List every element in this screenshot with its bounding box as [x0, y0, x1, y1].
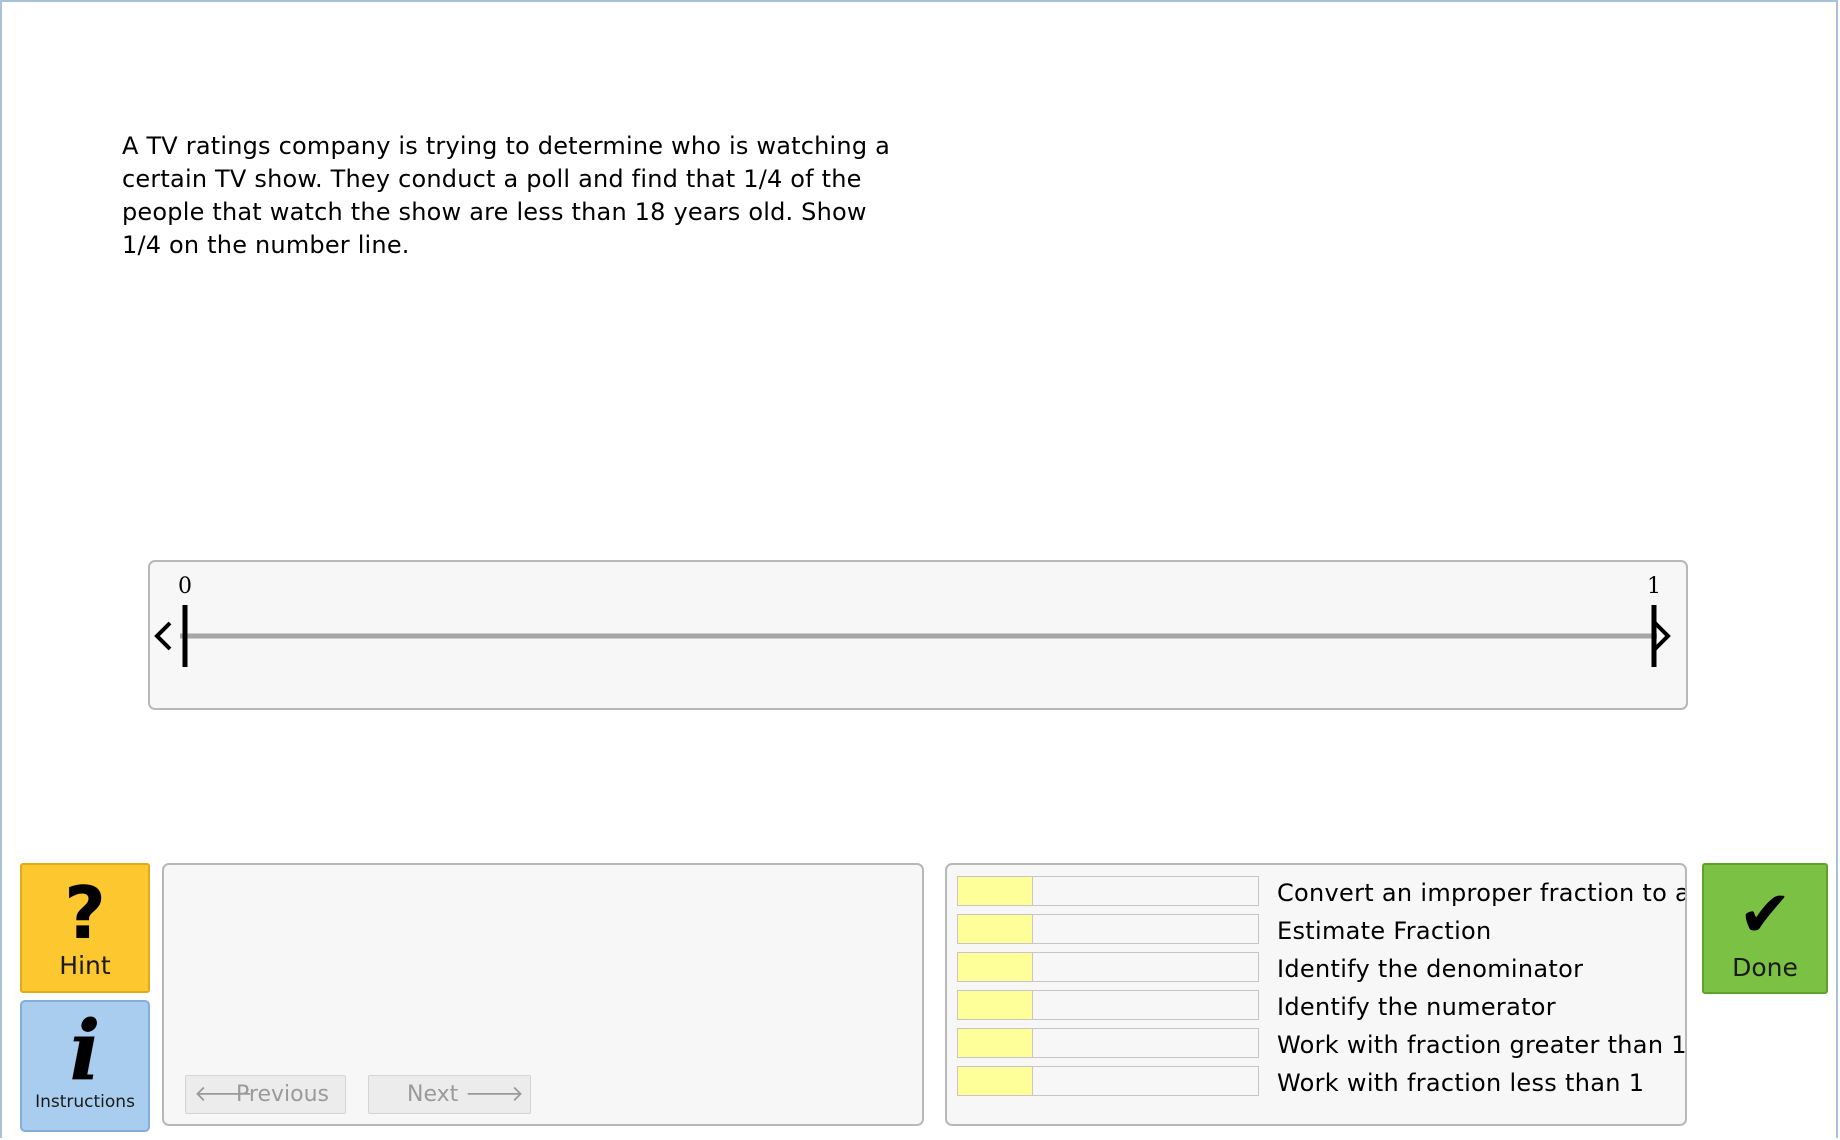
skill-fill [958, 991, 1033, 1019]
arrow-right-icon: 🡒 [465, 1082, 524, 1107]
done-button[interactable]: ✔ Done [1702, 863, 1828, 994]
skill-label: Work with fraction greater than 1 [1277, 1031, 1687, 1059]
skill-bar [957, 952, 1259, 982]
skillometer-panel: Convert an improper fraction to a m Esti… [945, 863, 1687, 1126]
skill-row: Identify the numerator [957, 990, 1685, 1022]
skill-fill [958, 1029, 1033, 1057]
hint-button[interactable]: ? Hint [20, 863, 150, 993]
skill-fill [958, 953, 1033, 981]
question-mark-icon: ? [64, 871, 106, 955]
skill-label: Identify the denominator [1277, 955, 1584, 983]
problem-statement: A TV ratings company is trying to determ… [122, 132, 891, 259]
left-arrow-icon [154, 621, 172, 651]
skill-bar [957, 990, 1259, 1020]
skill-bar [957, 1066, 1259, 1096]
skill-row: Work with fraction less than 1 [957, 1066, 1685, 1098]
skill-bar [957, 1028, 1259, 1058]
hint-label: Hint [59, 951, 111, 980]
checkmark-icon: ✔ [1738, 878, 1792, 952]
previous-label: Previous [236, 1082, 329, 1107]
next-button[interactable]: Next 🡒 [368, 1075, 531, 1114]
skill-label: Identify the numerator [1277, 993, 1556, 1021]
tick-label-zero: 0 [178, 574, 192, 599]
previous-button[interactable]: 🡐 Previous [185, 1075, 346, 1114]
skill-bar [957, 914, 1259, 944]
skill-row: Convert an improper fraction to a m [957, 876, 1687, 908]
skill-row: Estimate Fraction [957, 914, 1685, 946]
skill-fill [958, 915, 1033, 943]
skill-row: Work with fraction greater than 1 [957, 1028, 1687, 1060]
done-label: Done [1732, 953, 1798, 982]
number-line[interactable]: 0 1 [150, 562, 1690, 712]
skill-row: Identify the denominator [957, 952, 1685, 984]
instructions-label: Instructions [35, 1092, 135, 1112]
next-label: Next [407, 1082, 459, 1107]
tick-label-one: 1 [1647, 574, 1661, 599]
skill-fill [958, 877, 1033, 905]
info-icon: i [69, 1003, 101, 1099]
instructions-button[interactable]: i Instructions [20, 1000, 150, 1132]
number-line-panel[interactable]: 0 1 [148, 560, 1688, 710]
skill-bar [957, 876, 1259, 906]
skill-label: Convert an improper fraction to a m [1277, 879, 1687, 907]
skill-fill [958, 1067, 1033, 1095]
skill-label: Work with fraction less than 1 [1277, 1069, 1645, 1097]
skill-label: Estimate Fraction [1277, 917, 1492, 945]
